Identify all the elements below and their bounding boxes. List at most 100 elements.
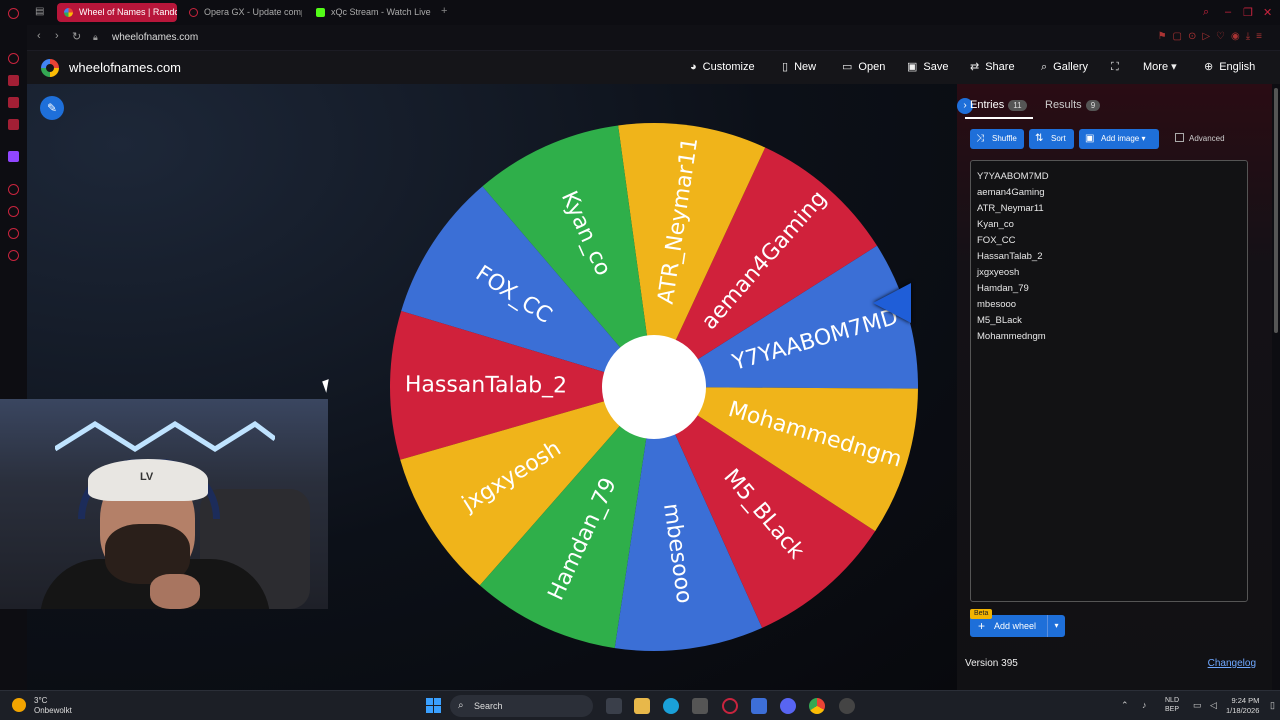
entry-line[interactable]: ATR_Neymar11	[977, 201, 1241, 217]
sidebar-app-icon[interactable]	[8, 75, 19, 86]
shuffle-icon: ⤨	[976, 133, 984, 144]
menu-customize[interactable]: ◕ Customize	[690, 51, 755, 84]
settings-icon[interactable]	[8, 250, 19, 261]
fullscreen-button[interactable]: ⛶	[1111, 51, 1125, 84]
close-icon[interactable]: ✕	[1263, 6, 1272, 19]
language-indicator[interactable]: NLD BEP	[1165, 696, 1179, 714]
tab-wheel-of-names[interactable]: Wheel of Names | Random	[57, 3, 177, 22]
search-icon[interactable]: ⌕	[1203, 6, 1209, 19]
entry-line[interactable]: aeman4Gaming	[977, 185, 1241, 201]
advanced-checkbox[interactable]: Advanced	[1175, 133, 1225, 143]
opera-gx-icon[interactable]	[722, 698, 738, 714]
sort-icon: ⇅	[1035, 133, 1044, 144]
sidebar-app-icon[interactable]	[8, 119, 19, 130]
site-title[interactable]: wheelofnames.com	[69, 60, 181, 75]
entries-count-badge: 11	[1008, 100, 1027, 111]
menu-label: Customize	[702, 61, 755, 73]
menu-more[interactable]: More ▾	[1143, 51, 1183, 84]
entry-line[interactable]: HassanTalab_2	[977, 249, 1241, 265]
webcam-overlay: LV	[0, 399, 328, 609]
forward-icon[interactable]: ›	[55, 30, 59, 42]
entry-line[interactable]: jxgxyeosh	[977, 265, 1241, 281]
tab-menu-icon[interactable]: ▤	[35, 6, 44, 17]
edge-icon[interactable]	[663, 698, 679, 714]
tab-bar: ▤ Wheel of Names | Random Opera GX - Upd…	[27, 0, 1280, 25]
lang-layout: BEP	[1165, 706, 1180, 713]
network-icon[interactable]: ▭	[1193, 700, 1202, 711]
tray-chevron-icon[interactable]: ⌃	[1121, 700, 1129, 711]
search-icon: ⌕	[1041, 61, 1048, 73]
menu-new[interactable]: ▯ New	[782, 51, 816, 84]
menu-label: Save	[923, 61, 949, 73]
back-icon[interactable]: ‹	[37, 30, 41, 42]
menu-label: More	[1143, 61, 1169, 73]
site-header: wheelofnames.com ◕ Customize ▯ New ▭ Open ▣…	[27, 51, 1280, 84]
chrome-icon[interactable]	[809, 698, 825, 714]
wheel-logo-icon[interactable]	[41, 59, 59, 77]
menu-save[interactable]: ▣ Save	[907, 51, 948, 84]
tab-label: Wheel of Names | Random	[79, 7, 177, 17]
tab-xqc-stream[interactable]: xQc Stream - Watch Live	[309, 3, 434, 22]
button-label: Add image	[1101, 134, 1140, 143]
tab-results[interactable]: Results 9	[1045, 99, 1101, 111]
windows-start-icon[interactable]	[426, 698, 441, 713]
sidebar-app-icon[interactable]	[8, 228, 19, 239]
menu-language[interactable]: ⊕ English	[1204, 51, 1255, 84]
weather-widget[interactable]: 3°C Onbewolkt	[34, 696, 72, 716]
chevron-down-icon: ▾	[1171, 61, 1177, 73]
edit-pencil-icon[interactable]: ✎	[40, 96, 64, 120]
maximize-icon[interactable]: ❐	[1243, 6, 1253, 19]
shuffle-button[interactable]: ⤨ Shuffle	[970, 129, 1024, 149]
history-icon[interactable]	[8, 206, 19, 217]
sort-button[interactable]: ⇅ Sort	[1029, 129, 1074, 149]
tab-opera-gx[interactable]: Opera GX - Update comp	[182, 3, 302, 22]
add-image-button[interactable]: ▣ Add image ▾	[1079, 129, 1159, 149]
store-icon[interactable]	[692, 698, 708, 714]
notification-icon[interactable]: ▯	[1270, 700, 1275, 711]
menu-share[interactable]: ⇄ Share	[970, 51, 1015, 84]
toolbar-icons[interactable]: ⚑▢⊙▷♡◉⤓≡	[1158, 31, 1268, 42]
tab-favicon-icon	[64, 8, 73, 17]
tab-entries[interactable]: Entries 11	[970, 99, 1027, 111]
scrollbar-thumb[interactable]	[1274, 88, 1278, 333]
entry-line[interactable]: FOX_CC	[977, 233, 1241, 249]
file-explorer-icon[interactable]	[634, 698, 650, 714]
chevron-down-icon[interactable]: ▾	[1047, 615, 1065, 637]
minimize-icon[interactable]: –	[1225, 6, 1231, 18]
menu-open[interactable]: ▭ Open	[842, 51, 885, 84]
entries-textarea[interactable]: Y7YAABOM7MD aeman4Gaming ATR_Neymar11 Kyan_…	[970, 160, 1248, 602]
new-tab-button[interactable]: +	[441, 5, 447, 17]
sidebar-app-icon[interactable]	[8, 53, 19, 64]
clock[interactable]: 9:24 PM 1/18/2026	[1226, 696, 1259, 716]
task-view-icon[interactable]	[606, 698, 622, 714]
wheel-center-hub[interactable]	[602, 335, 706, 439]
page-scrollbar[interactable]	[1272, 84, 1280, 690]
twitch-icon[interactable]	[8, 151, 19, 162]
url-field[interactable]: wheelofnames.com	[112, 32, 198, 43]
menu-gallery[interactable]: ⌕ Gallery	[1041, 51, 1088, 84]
reload-icon[interactable]: ↻	[72, 30, 81, 43]
opera-logo-icon[interactable]	[8, 8, 19, 19]
taskbar-search[interactable]: ⌕ Search	[450, 695, 593, 717]
entry-line[interactable]: Hamdan_79	[977, 281, 1241, 297]
search-icon: ⌕	[458, 700, 464, 711]
sidebar-app-icon[interactable]	[8, 184, 19, 195]
kick-favicon-icon	[316, 8, 325, 17]
volume-icon[interactable]: ◁	[1210, 700, 1217, 711]
entry-line[interactable]: Kyan_co	[977, 217, 1241, 233]
app-icon[interactable]	[751, 698, 767, 714]
entry-line[interactable]: Mohammedngm	[977, 329, 1241, 345]
spin-wheel[interactable]: Y7YAABOM7MDaeman4GamingATR_Neymar11Kyan_…	[386, 119, 922, 655]
entry-line[interactable]: M5_BLack	[977, 313, 1241, 329]
entry-line[interactable]: mbesooo	[977, 297, 1241, 313]
tab-label: xQc Stream - Watch Live	[331, 7, 431, 17]
search-label: Search	[474, 701, 503, 711]
weather-icon[interactable]	[12, 698, 26, 712]
discord-icon[interactable]	[780, 698, 796, 714]
checkbox-box[interactable]	[1175, 133, 1184, 142]
sidebar-app-icon[interactable]	[8, 97, 19, 108]
changelog-link[interactable]: Changelog	[1208, 658, 1256, 669]
app-icon[interactable]	[839, 698, 855, 714]
mic-icon[interactable]: ♪	[1142, 700, 1147, 710]
entry-line[interactable]: Y7YAABOM7MD	[977, 169, 1241, 185]
